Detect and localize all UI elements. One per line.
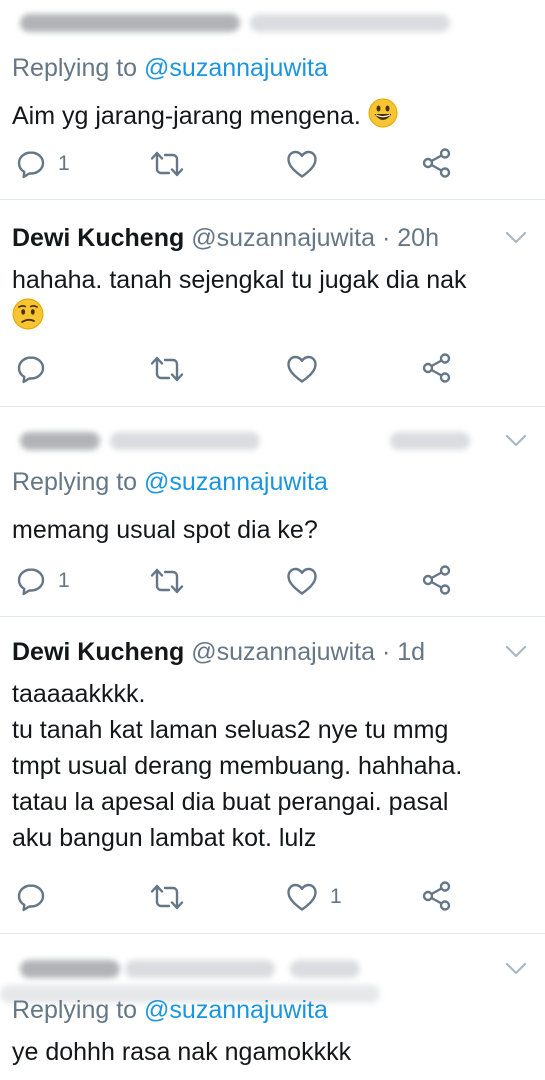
heart-icon — [286, 354, 318, 384]
tweet-text-line: hahaha. tanah sejengkal tu jugak dia nak — [12, 266, 467, 294]
reply-button[interactable] — [16, 880, 58, 914]
replying-to: Replying to @suzannajuwita — [12, 468, 328, 497]
author-name[interactable]: Dewi Kucheng — [12, 224, 184, 252]
tweet-header: Dewi Kucheng @suzannajuwita · 20h — [12, 224, 439, 253]
chevron-down-icon[interactable] — [505, 962, 527, 976]
reply-count: 1 — [58, 569, 70, 592]
author-handle[interactable]: @suzannajuwita — [191, 638, 375, 666]
author-handle[interactable]: @suzannajuwita — [191, 224, 375, 252]
heart-icon — [286, 149, 318, 179]
replying-to-handle-link[interactable]: @suzannajuwita — [144, 468, 328, 496]
tweet-text: memang usual spot dia ke? — [12, 516, 318, 544]
chevron-down-icon[interactable] — [505, 434, 527, 448]
retweet-button[interactable] — [150, 352, 184, 386]
tweet-text: ye dohhh rasa nak ngamokkkk — [12, 1038, 352, 1066]
reply-icon — [16, 149, 46, 179]
blurred-author-header — [125, 960, 275, 978]
grinning-face-icon — [368, 98, 398, 128]
reply-button[interactable] — [16, 352, 58, 386]
tweet-text-line: tatau la apesal dia buat perangai. pasal — [12, 788, 449, 816]
share-button[interactable] — [421, 351, 453, 385]
retweet-icon — [150, 354, 184, 384]
reply-icon — [16, 566, 46, 596]
retweet-button[interactable] — [150, 564, 184, 598]
tweet-text: Aim yg jarang-jarang mengena. — [12, 98, 398, 131]
divider — [0, 933, 545, 934]
share-icon — [421, 880, 453, 912]
divider — [0, 199, 545, 200]
share-button[interactable] — [421, 879, 453, 913]
replying-to-handle-link[interactable]: @suzannajuwita — [144, 996, 328, 1024]
author-name[interactable]: Dewi Kucheng — [12, 638, 184, 666]
tweet-text-body: Aim yg jarang-jarang mengena. — [12, 102, 361, 130]
replying-to-handle-link[interactable]: @suzannajuwita — [144, 54, 328, 82]
replying-to-label: Replying to — [12, 54, 138, 82]
retweet-icon — [150, 149, 184, 179]
like-button[interactable]: 1 — [286, 880, 342, 914]
tweet-text-line: tmpt usual derang membuang. hahhaha. — [12, 752, 463, 780]
reply-button[interactable]: 1 — [16, 147, 70, 181]
share-button[interactable] — [421, 146, 453, 180]
like-count: 1 — [330, 885, 342, 908]
like-button[interactable] — [286, 564, 318, 598]
share-icon — [421, 352, 453, 384]
replying-to: Replying to @suzannajuwita — [12, 54, 328, 83]
heart-icon — [286, 882, 318, 912]
blurred-author-header — [390, 432, 470, 450]
blurred-author-header — [20, 432, 100, 450]
blurred-author-header — [20, 960, 120, 978]
retweet-icon — [150, 882, 184, 912]
retweet-button[interactable] — [150, 147, 184, 181]
chevron-down-icon[interactable] — [505, 645, 527, 659]
share-button[interactable] — [421, 563, 453, 597]
share-icon — [421, 564, 453, 596]
replying-to: Replying to @suzannajuwita — [12, 996, 328, 1025]
blurred-author-header — [20, 14, 240, 32]
tweet-header: Dewi Kucheng @suzannajuwita · 1d — [12, 638, 425, 667]
tweet-timestamp[interactable]: · 1d — [382, 638, 425, 666]
like-button[interactable] — [286, 147, 318, 181]
divider — [0, 406, 545, 407]
retweet-button[interactable] — [150, 880, 184, 914]
tweet-timestamp[interactable]: · 20h — [382, 224, 439, 252]
replying-to-label: Replying to — [12, 996, 138, 1024]
blurred-author-header — [110, 432, 260, 450]
share-icon — [421, 147, 453, 179]
confused-face-icon — [12, 298, 44, 330]
blurred-author-header — [290, 960, 360, 978]
tweet-text-line: taaaaakkkk. — [12, 680, 146, 708]
reply-icon — [16, 882, 46, 912]
reply-count: 1 — [58, 152, 70, 175]
heart-icon — [286, 566, 318, 596]
retweet-icon — [150, 566, 184, 596]
divider — [0, 616, 545, 617]
blurred-author-header — [250, 14, 450, 32]
reply-button[interactable]: 1 — [16, 564, 70, 598]
tweet-text-line: tu tanah kat laman seluas2 nye tu mmg — [12, 716, 449, 744]
reply-icon — [16, 354, 46, 384]
chevron-down-icon[interactable] — [505, 231, 527, 245]
like-button[interactable] — [286, 352, 318, 386]
replying-to-label: Replying to — [12, 468, 138, 496]
tweet-text-line: aku bangun lambat kot. lulz — [12, 824, 317, 852]
